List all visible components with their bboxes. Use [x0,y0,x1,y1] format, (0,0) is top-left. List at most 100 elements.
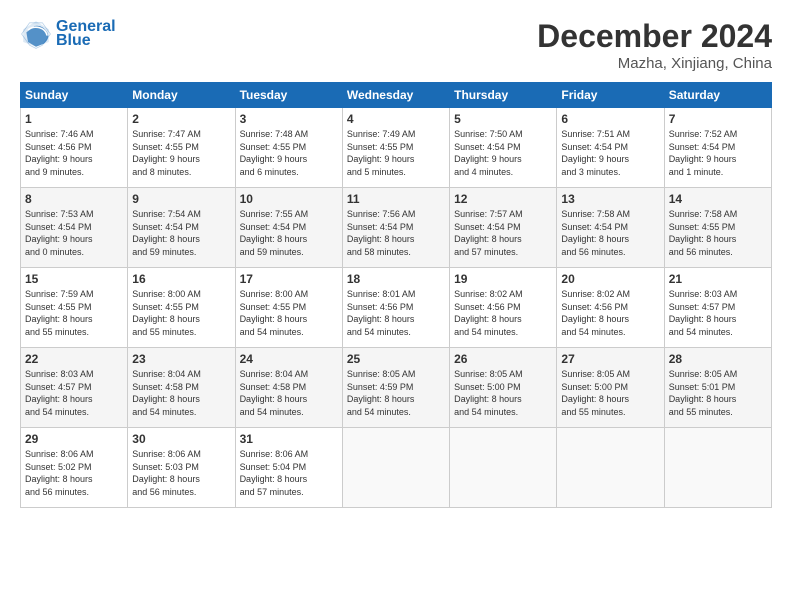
table-row: 31Sunrise: 8:06 AMSunset: 5:04 PMDayligh… [235,428,342,508]
info-line: Sunrise: 8:00 AM [240,289,309,299]
logo: General Blue [20,18,116,50]
info-line: Daylight: 9 hours [669,154,737,164]
day-info: Sunrise: 8:00 AMSunset: 4:55 PMDaylight:… [240,288,338,338]
day-number: 15 [25,272,123,286]
calendar-week-4: 22Sunrise: 8:03 AMSunset: 4:57 PMDayligh… [21,348,772,428]
info-line: Daylight: 8 hours [561,314,629,324]
info-line: and 6 minutes. [240,167,299,177]
info-line: and 9 minutes. [25,167,84,177]
info-line: and 56 minutes. [132,487,196,497]
info-line: Sunrise: 7:51 AM [561,129,630,139]
info-line: and 55 minutes. [669,407,733,417]
calendar: Sunday Monday Tuesday Wednesday Thursday… [20,82,772,508]
table-row: 8Sunrise: 7:53 AMSunset: 4:54 PMDaylight… [21,188,128,268]
info-line: Daylight: 8 hours [25,394,93,404]
table-row: 9Sunrise: 7:54 AMSunset: 4:54 PMDaylight… [128,188,235,268]
table-row [664,428,771,508]
info-line: Daylight: 9 hours [347,154,415,164]
day-info: Sunrise: 7:52 AMSunset: 4:54 PMDaylight:… [669,128,767,178]
table-row: 17 Sunrise: 8:00 AMSunset: 4:55 PMDayligh… [235,268,342,348]
info-line: Sunset: 4:56 PM [561,302,628,312]
day-info: Sunrise: 8:03 AMSunset: 4:57 PMDaylight:… [669,288,767,338]
day-number: 5 [454,112,552,126]
info-line: Sunrise: 8:02 AM [454,289,523,299]
info-line: Daylight: 8 hours [132,234,200,244]
info-line: Sunset: 4:56 PM [347,302,414,312]
day-number: 10 [240,192,338,206]
header: General Blue December 2024 Mazha, Xinjia… [20,18,772,72]
info-line: Sunrise: 7:58 AM [561,209,630,219]
info-line: and 58 minutes. [347,247,411,257]
info-line: Daylight: 8 hours [240,234,308,244]
table-row: 15Sunrise: 7:59 AMSunset: 4:55 PMDayligh… [21,268,128,348]
day-number: 22 [25,352,123,366]
day-number: 23 [132,352,230,366]
day-info: Sunrise: 7:56 AMSunset: 4:54 PMDaylight:… [347,208,445,258]
info-line: Sunrise: 7:52 AM [669,129,738,139]
day-number: 17 [240,272,338,286]
day-info: Sunrise: 8:05 AMSunset: 5:01 PMDaylight:… [669,368,767,418]
info-line: and 1 minute. [669,167,724,177]
calendar-week-2: 8Sunrise: 7:53 AMSunset: 4:54 PMDaylight… [21,188,772,268]
info-line: Sunrise: 8:05 AM [454,369,523,379]
day-number: 6 [561,112,659,126]
table-row: 11Sunrise: 7:56 AMSunset: 4:54 PMDayligh… [342,188,449,268]
day-info: Sunrise: 7:49 AMSunset: 4:55 PMDaylight:… [347,128,445,178]
info-line: Daylight: 8 hours [669,394,737,404]
day-number: 29 [25,432,123,446]
info-line: and 0 minutes. [25,247,84,257]
day-number: 28 [669,352,767,366]
day-number: 31 [240,432,338,446]
info-line: Sunrise: 8:05 AM [347,369,416,379]
table-row: 19Sunrise: 8:02 AMSunset: 4:56 PMDayligh… [450,268,557,348]
info-line: and 4 minutes. [454,167,513,177]
info-line: Daylight: 8 hours [132,314,200,324]
info-line: Sunrise: 8:06 AM [25,449,94,459]
day-number: 7 [669,112,767,126]
info-line: and 56 minutes. [561,247,625,257]
info-line: Sunset: 4:57 PM [669,302,736,312]
info-line: and 59 minutes. [132,247,196,257]
day-number: 24 [240,352,338,366]
day-number: 25 [347,352,445,366]
info-line: and 55 minutes. [132,327,196,337]
table-row: 10 Sunrise: 7:55 AMSunset: 4:54 PMDayligh… [235,188,342,268]
table-row: 5Sunrise: 7:50 AMSunset: 4:54 PMDaylight… [450,108,557,188]
info-line: Daylight: 8 hours [240,394,308,404]
info-line: and 54 minutes. [240,407,304,417]
table-row: 18Sunrise: 8:01 AMSunset: 4:56 PMDayligh… [342,268,449,348]
info-line: Sunrise: 7:58 AM [669,209,738,219]
title-block: December 2024 Mazha, Xinjiang, China [537,18,772,72]
table-row: 22Sunrise: 8:03 AMSunset: 4:57 PMDayligh… [21,348,128,428]
table-row: 3Sunrise: 7:48 AMSunset: 4:55 PMDaylight… [235,108,342,188]
info-line: and 54 minutes. [454,407,518,417]
info-line: and 54 minutes. [454,327,518,337]
info-line: Sunset: 4:54 PM [561,142,628,152]
info-line: Daylight: 8 hours [561,394,629,404]
info-line: Daylight: 8 hours [669,314,737,324]
info-line: and 54 minutes. [25,407,89,417]
header-wednesday: Wednesday [342,83,449,108]
info-line: and 55 minutes. [561,407,625,417]
table-row: 7 Sunrise: 7:52 AMSunset: 4:54 PMDaylight… [664,108,771,188]
table-row [450,428,557,508]
day-info: Sunrise: 7:58 AMSunset: 4:54 PMDaylight:… [561,208,659,258]
page: General Blue December 2024 Mazha, Xinjia… [0,0,792,612]
day-info: Sunrise: 7:55 AMSunset: 4:54 PMDaylight:… [240,208,338,258]
table-row: 21 Sunrise: 8:03 AMSunset: 4:57 PMDayligh… [664,268,771,348]
day-number: 27 [561,352,659,366]
logo-icon [20,18,52,50]
info-line: Sunset: 4:54 PM [132,222,199,232]
info-line: Sunrise: 7:56 AM [347,209,416,219]
info-line: and 54 minutes. [240,327,304,337]
info-line: Sunrise: 8:00 AM [132,289,201,299]
day-number: 21 [669,272,767,286]
info-line: Daylight: 8 hours [132,394,200,404]
calendar-week-5: 29Sunrise: 8:06 AMSunset: 5:02 PMDayligh… [21,428,772,508]
day-info: Sunrise: 8:05 AMSunset: 4:59 PMDaylight:… [347,368,445,418]
info-line: Daylight: 8 hours [454,394,522,404]
info-line: Sunset: 4:56 PM [25,142,92,152]
table-row [342,428,449,508]
info-line: and 54 minutes. [669,327,733,337]
info-line: Sunset: 4:55 PM [669,222,736,232]
